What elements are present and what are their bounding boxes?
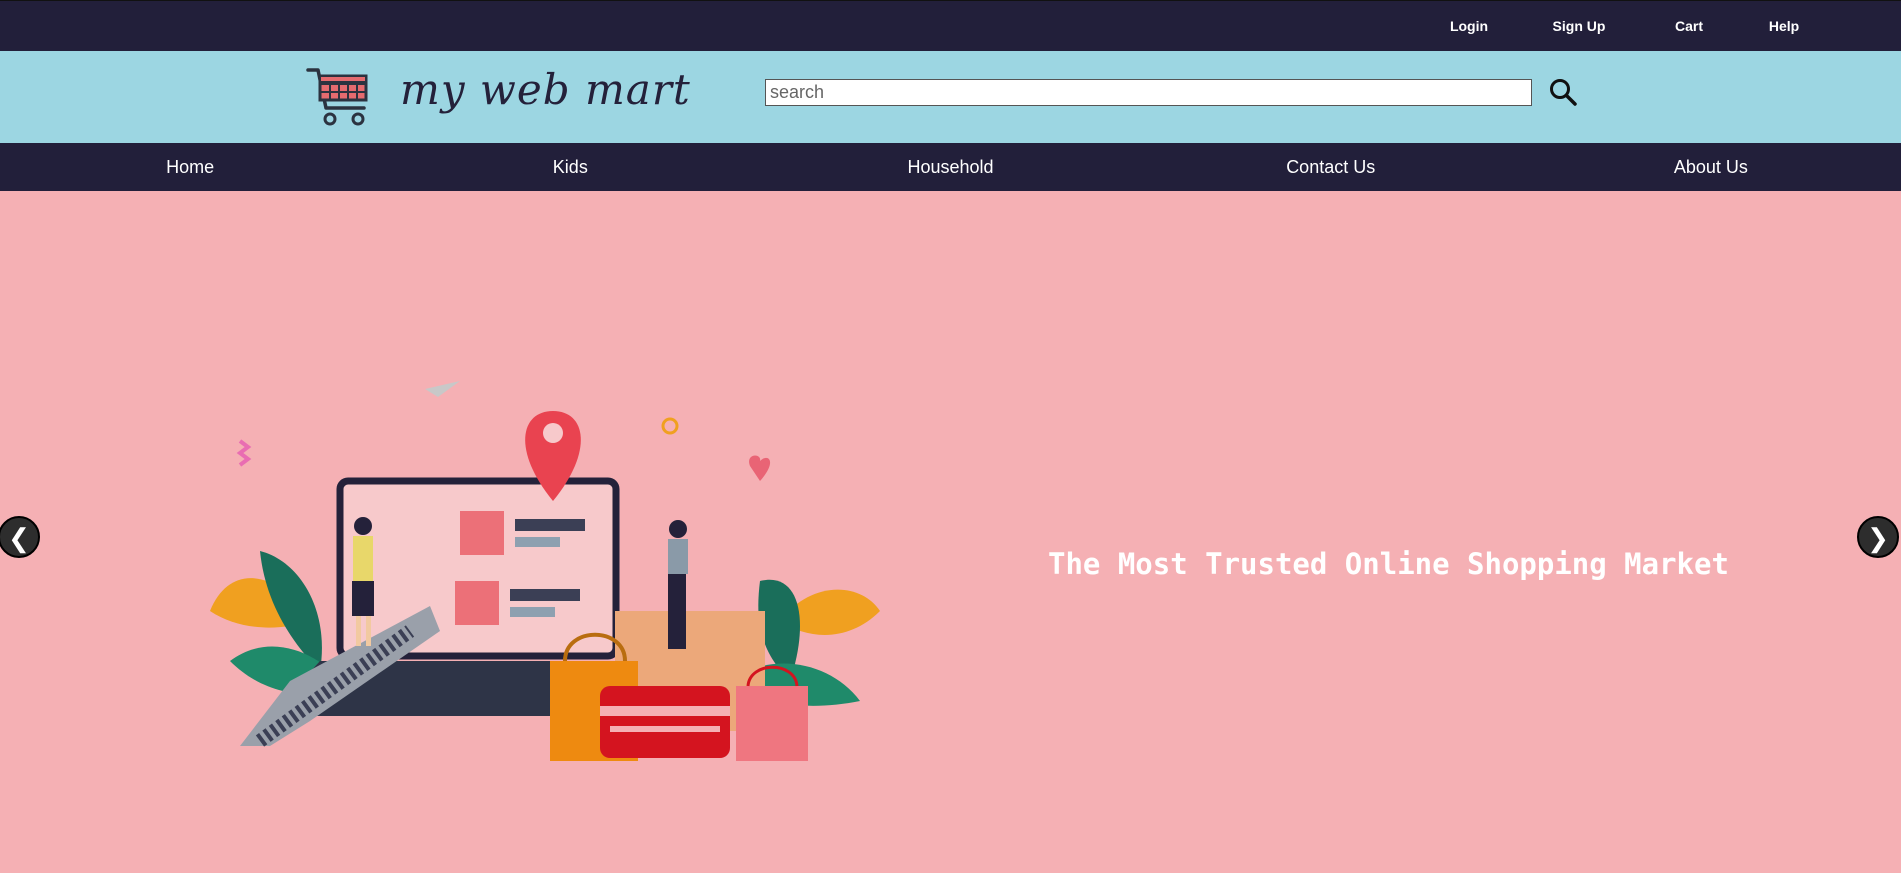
help-link[interactable]: Help <box>1729 18 1839 34</box>
nav-item-contact-us[interactable]: Contact Us <box>1141 157 1521 178</box>
login-link[interactable]: Login <box>1429 18 1509 34</box>
online-shopping-illustration <box>210 381 880 761</box>
magnifier-icon <box>1550 79 1577 106</box>
shopping-cart-icon[interactable] <box>306 64 372 128</box>
nav-item-kids[interactable]: Kids <box>380 157 760 178</box>
cart-link[interactable]: Cart <box>1649 18 1729 34</box>
nav-item-about-us[interactable]: About Us <box>1521 157 1901 178</box>
top-bar: Login Sign Up Cart Help <box>0 0 1901 51</box>
site-logo-text[interactable]: my web mart <box>400 65 691 114</box>
signup-link[interactable]: Sign Up <box>1509 18 1649 34</box>
main-nav: Home Kids Household Contact Us About Us <box>0 143 1901 193</box>
hero-title: The Most Trusted Online Shopping Market <box>1048 547 1729 581</box>
hero-slider: The Most Trusted Online Shopping Market … <box>0 191 1901 873</box>
site-header: my web mart <box>0 51 1901 143</box>
nav-item-home[interactable]: Home <box>0 157 380 178</box>
slider-next-button[interactable]: ❯ <box>1857 516 1899 558</box>
search-input[interactable] <box>765 79 1532 106</box>
nav-item-household[interactable]: Household <box>760 157 1140 178</box>
slider-prev-button[interactable]: ❮ <box>0 516 40 558</box>
search-button[interactable] <box>1548 77 1580 109</box>
